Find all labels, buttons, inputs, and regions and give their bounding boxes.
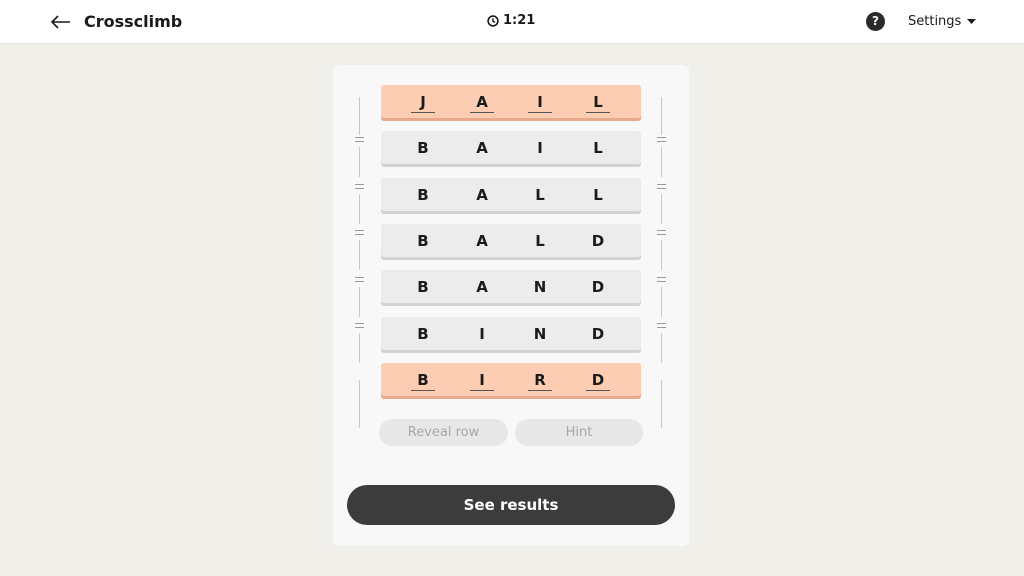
rail-segment — [661, 147, 662, 177]
letter-tile: B — [417, 139, 429, 158]
rail-segment — [661, 333, 662, 363]
reveal-row-button[interactable]: Reveal row — [379, 419, 508, 446]
equals-connector-icon — [355, 184, 364, 189]
word-row[interactable]: BIND — [381, 316, 641, 353]
rail-segment — [359, 287, 360, 317]
letter-tile: B — [417, 185, 429, 204]
letter-tile: B — [417, 324, 429, 343]
letter-tile: I — [479, 324, 485, 343]
rail-segment — [661, 287, 662, 317]
question-circle-icon: ? — [872, 14, 879, 28]
page-title: Crossclimb — [84, 12, 183, 31]
word-row[interactable]: BALL — [381, 177, 641, 214]
equals-connector-icon — [355, 323, 364, 328]
hint-button[interactable]: Hint — [515, 419, 643, 446]
letter-tile: B — [417, 278, 429, 297]
arrow-left-icon — [51, 15, 70, 29]
rail-segment — [359, 97, 360, 135]
letter-tile: L — [586, 93, 610, 113]
equals-connector-icon — [657, 137, 666, 142]
locked-word-row[interactable]: JAIL — [381, 85, 641, 121]
settings-label: Settings — [908, 14, 962, 29]
letter-tile: D — [591, 324, 605, 343]
letter-tile: L — [535, 185, 545, 204]
letter-tile: D — [586, 371, 610, 391]
letter-tile: N — [533, 324, 547, 343]
timer: 1:21 — [487, 13, 535, 28]
locked-word-row[interactable]: BIRD — [381, 362, 641, 399]
letter-tile: J — [411, 93, 435, 113]
letter-tile: A — [476, 231, 488, 250]
letter-tile: B — [411, 371, 435, 391]
see-results-button[interactable]: See results — [347, 485, 675, 525]
letter-tile: L — [593, 139, 603, 158]
top-bar: Crossclimb 1:21 ? Settings — [0, 0, 1024, 44]
letter-tile: B — [417, 231, 429, 250]
game-panel: JAILBAILBALLBALDBANDBINDBIRD Reveal row … — [333, 65, 689, 546]
letter-tile: I — [528, 93, 552, 113]
rail-segment — [661, 380, 662, 428]
letter-tile: I — [537, 139, 543, 158]
letter-tile: A — [470, 93, 494, 113]
right-connector-rail — [657, 97, 667, 428]
letter-tile: D — [591, 278, 605, 297]
equals-connector-icon — [355, 277, 364, 282]
left-connector-rail — [355, 97, 365, 428]
rail-segment — [359, 194, 360, 224]
rail-segment — [661, 97, 662, 135]
back-button[interactable] — [50, 11, 72, 33]
word-row[interactable]: BAND — [381, 270, 641, 307]
equals-connector-icon — [657, 230, 666, 235]
settings-dropdown[interactable]: Settings — [908, 14, 977, 29]
equals-connector-icon — [355, 230, 364, 235]
letter-tile: N — [533, 278, 547, 297]
equals-connector-icon — [657, 277, 666, 282]
rail-segment — [359, 380, 360, 428]
letter-tile: D — [591, 231, 605, 250]
letter-tile: A — [476, 139, 488, 158]
word-row[interactable]: BAIL — [381, 131, 641, 168]
letter-tile: R — [528, 371, 552, 391]
equals-connector-icon — [657, 323, 666, 328]
caret-down-icon — [967, 19, 977, 24]
word-row[interactable]: BALD — [381, 223, 641, 260]
clock-icon — [487, 14, 499, 27]
equals-connector-icon — [355, 137, 364, 142]
letter-tile: L — [535, 231, 545, 250]
rail-segment — [359, 333, 360, 363]
rail-segment — [661, 194, 662, 224]
equals-connector-icon — [657, 184, 666, 189]
letter-tile: I — [470, 371, 494, 391]
rail-segment — [359, 240, 360, 270]
help-button[interactable]: ? — [866, 12, 885, 31]
letter-tile: A — [476, 185, 488, 204]
letter-tile: L — [593, 185, 603, 204]
timer-value: 1:21 — [503, 13, 536, 28]
rail-segment — [359, 147, 360, 177]
letter-tile: A — [476, 278, 488, 297]
rail-segment — [661, 240, 662, 270]
